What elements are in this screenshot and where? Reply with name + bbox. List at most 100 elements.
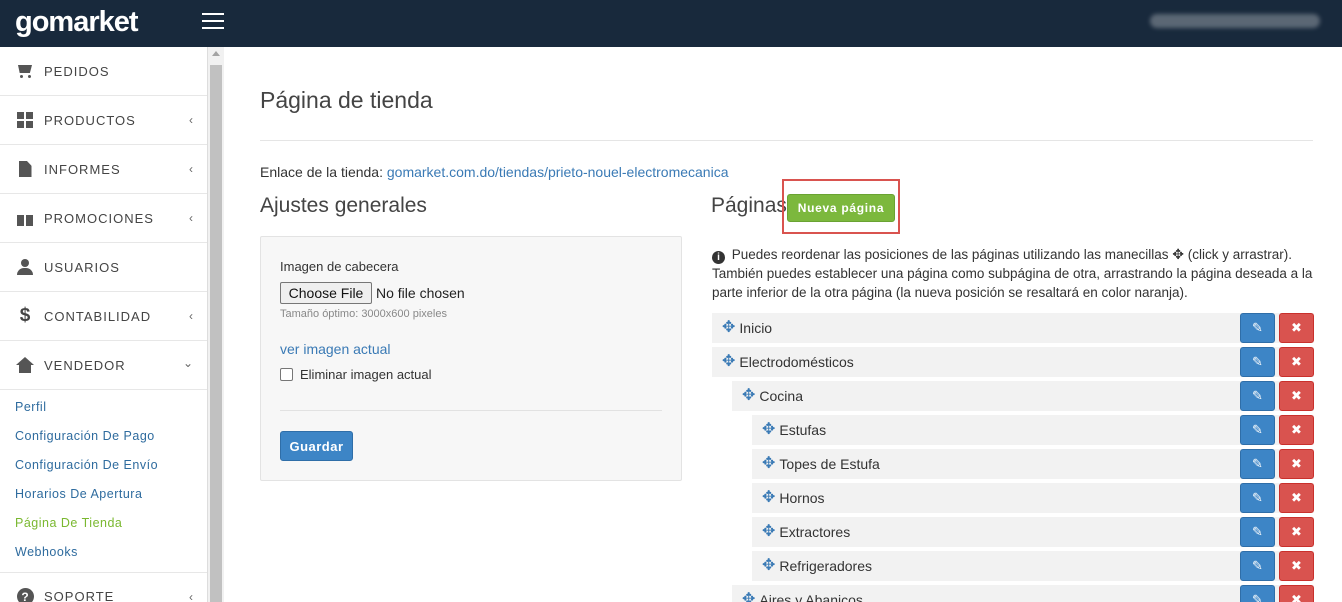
page-label: Aires y Abanicos xyxy=(759,592,863,602)
sidebar-item-label: CONTABILIDAD xyxy=(44,308,152,324)
page-row[interactable]: ✥ Topes de Estufa ✎ ✖ xyxy=(752,449,1314,479)
page-row[interactable]: ✥ Hornos ✎ ✖ xyxy=(752,483,1314,513)
header-image-label: Imagen de cabecera xyxy=(280,259,399,274)
sidebar-item-promociones[interactable]: PROMOCIONES ‹ xyxy=(0,194,207,243)
delete-button[interactable]: ✖ xyxy=(1279,483,1314,513)
page-label: Topes de Estufa xyxy=(779,456,880,472)
sidebar-item-contabilidad[interactable]: $ CONTABILIDAD ‹ xyxy=(0,292,207,341)
pages-title: Páginas xyxy=(711,194,787,217)
user-email-blurred[interactable] xyxy=(1150,14,1320,28)
sidebar-item-informes[interactable]: INFORMES ‹ xyxy=(0,145,207,194)
info-text-1: Puedes reordenar las posiciones de las p… xyxy=(731,247,1169,262)
move-handle-icon[interactable]: ✥ xyxy=(762,524,775,540)
close-icon: ✖ xyxy=(1291,490,1302,505)
sidebar-item-label: PROMOCIONES xyxy=(44,210,154,226)
close-icon: ✖ xyxy=(1291,456,1302,471)
pencil-icon: ✎ xyxy=(1252,320,1263,335)
delete-button[interactable]: ✖ xyxy=(1279,585,1314,602)
page-label: Inicio xyxy=(739,320,773,336)
view-current-image-link[interactable]: ver imagen actual xyxy=(280,341,391,357)
page-row[interactable]: ✥ Aires y Abanicos ✎ ✖ xyxy=(732,585,1314,602)
delete-button[interactable]: ✖ xyxy=(1279,551,1314,581)
move-handle-icon[interactable]: ✥ xyxy=(722,320,735,336)
pencil-icon: ✎ xyxy=(1252,354,1263,369)
close-icon: ✖ xyxy=(1291,558,1302,573)
sidebar-item-usuarios[interactable]: USUARIOS xyxy=(0,243,207,292)
remove-image-checkbox[interactable] xyxy=(280,368,293,381)
page-label: Estufas xyxy=(779,422,827,438)
chevron-down-icon: ⌄ xyxy=(182,356,193,370)
reorder-info: i Puedes reordenar las posiciones de las… xyxy=(712,245,1317,302)
edit-button[interactable]: ✎ xyxy=(1240,415,1275,445)
sidebar-item-pedidos[interactable]: PEDIDOS xyxy=(0,47,207,96)
sidebar-subitem-configuracion-pago[interactable]: Configuración De Pago xyxy=(0,421,207,450)
move-handle-icon[interactable]: ✥ xyxy=(762,490,775,506)
help-icon: ? xyxy=(15,587,35,602)
store-link-label: Enlace de la tienda: xyxy=(260,164,383,180)
sidebar-item-productos[interactable]: PRODUCTOS ‹ xyxy=(0,96,207,145)
edit-button[interactable]: ✎ xyxy=(1240,449,1275,479)
edit-button[interactable]: ✎ xyxy=(1240,347,1275,377)
sidebar-item-label: PEDIDOS xyxy=(44,63,110,79)
user-icon xyxy=(15,257,35,277)
edit-button[interactable]: ✎ xyxy=(1240,483,1275,513)
page-row[interactable]: ✥ Refrigeradores ✎ ✖ xyxy=(752,551,1314,581)
page-title: Página de tienda xyxy=(260,87,433,113)
scroll-up-arrow-icon[interactable] xyxy=(212,51,220,56)
store-link[interactable]: gomarket.com.do/tiendas/prieto-nouel-ele… xyxy=(387,164,729,180)
page-row[interactable]: ✥ Extractores ✎ ✖ xyxy=(752,517,1314,547)
sidebar-subitem-horarios-apertura[interactable]: Horarios De Apertura xyxy=(0,479,207,508)
image-size-hint: Tamaño óptimo: 3000x600 pixeles xyxy=(280,308,447,320)
divider xyxy=(280,410,662,411)
sidebar-scrollbar[interactable] xyxy=(208,47,224,602)
delete-button[interactable]: ✖ xyxy=(1279,347,1314,377)
sidebar-item-vendedor[interactable]: VENDEDOR ⌄ xyxy=(0,341,207,390)
move-handle-icon[interactable]: ✥ xyxy=(742,592,755,602)
edit-button[interactable]: ✎ xyxy=(1240,313,1275,343)
page-row[interactable]: ✥ Electrodomésticos ✎ ✖ xyxy=(712,347,1314,377)
edit-button[interactable]: ✎ xyxy=(1240,551,1275,581)
new-page-button[interactable]: Nueva página xyxy=(787,194,895,222)
edit-button[interactable]: ✎ xyxy=(1240,517,1275,547)
sidebar-subitem-pagina-tienda[interactable]: Página De Tienda xyxy=(0,508,207,537)
sidebar-item-soporte[interactable]: ? SOPORTE ‹ xyxy=(0,572,207,602)
delete-button[interactable]: ✖ xyxy=(1279,381,1314,411)
move-handle-icon[interactable]: ✥ xyxy=(742,388,755,404)
sidebar-subitem-configuracion-envio[interactable]: Configuración De Envío xyxy=(0,450,207,479)
move-handle-icon[interactable]: ✥ xyxy=(762,558,775,574)
edit-button[interactable]: ✎ xyxy=(1240,381,1275,411)
page-row[interactable]: ✥ Inicio ✎ ✖ xyxy=(712,313,1314,343)
scrollbar-thumb[interactable] xyxy=(210,65,222,602)
sidebar-subitem-webhooks[interactable]: Webhooks xyxy=(0,537,207,566)
close-icon: ✖ xyxy=(1291,422,1302,437)
edit-button[interactable]: ✎ xyxy=(1240,585,1275,602)
page-row[interactable]: ✥ Estufas ✎ ✖ xyxy=(752,415,1314,445)
info-icon: i xyxy=(712,251,725,264)
sidebar-item-label: SOPORTE xyxy=(44,589,115,602)
page-label: Extractores xyxy=(779,524,851,540)
move-icon: ✥ xyxy=(1172,246,1185,262)
delete-button[interactable]: ✖ xyxy=(1279,517,1314,547)
choose-file-button[interactable]: Choose File xyxy=(280,282,372,304)
delete-button[interactable]: ✖ xyxy=(1279,415,1314,445)
move-handle-icon[interactable]: ✥ xyxy=(722,354,735,370)
close-icon: ✖ xyxy=(1291,354,1302,369)
delete-button[interactable]: ✖ xyxy=(1279,449,1314,479)
page-label: Cocina xyxy=(759,388,803,404)
save-button[interactable]: Guardar xyxy=(280,431,353,461)
move-handle-icon[interactable]: ✥ xyxy=(762,422,775,438)
pencil-icon: ✎ xyxy=(1252,558,1263,573)
sidebar-item-label: INFORMES xyxy=(44,161,121,177)
close-icon: ✖ xyxy=(1291,388,1302,403)
gift-icon xyxy=(15,208,35,228)
delete-button[interactable]: ✖ xyxy=(1279,313,1314,343)
hamburger-menu-icon[interactable] xyxy=(202,13,225,33)
page-row[interactable]: ✥ Cocina ✎ ✖ xyxy=(732,381,1314,411)
file-status: No file chosen xyxy=(376,285,465,301)
chevron-left-icon: ‹ xyxy=(189,590,193,602)
logo[interactable]: gomarket xyxy=(15,6,139,39)
move-handle-icon[interactable]: ✥ xyxy=(762,456,775,472)
main-content: Página de tienda Enlace de la tienda: go… xyxy=(225,47,1342,602)
sidebar-subitem-perfil[interactable]: Perfil xyxy=(0,392,207,421)
home-icon xyxy=(15,355,35,375)
